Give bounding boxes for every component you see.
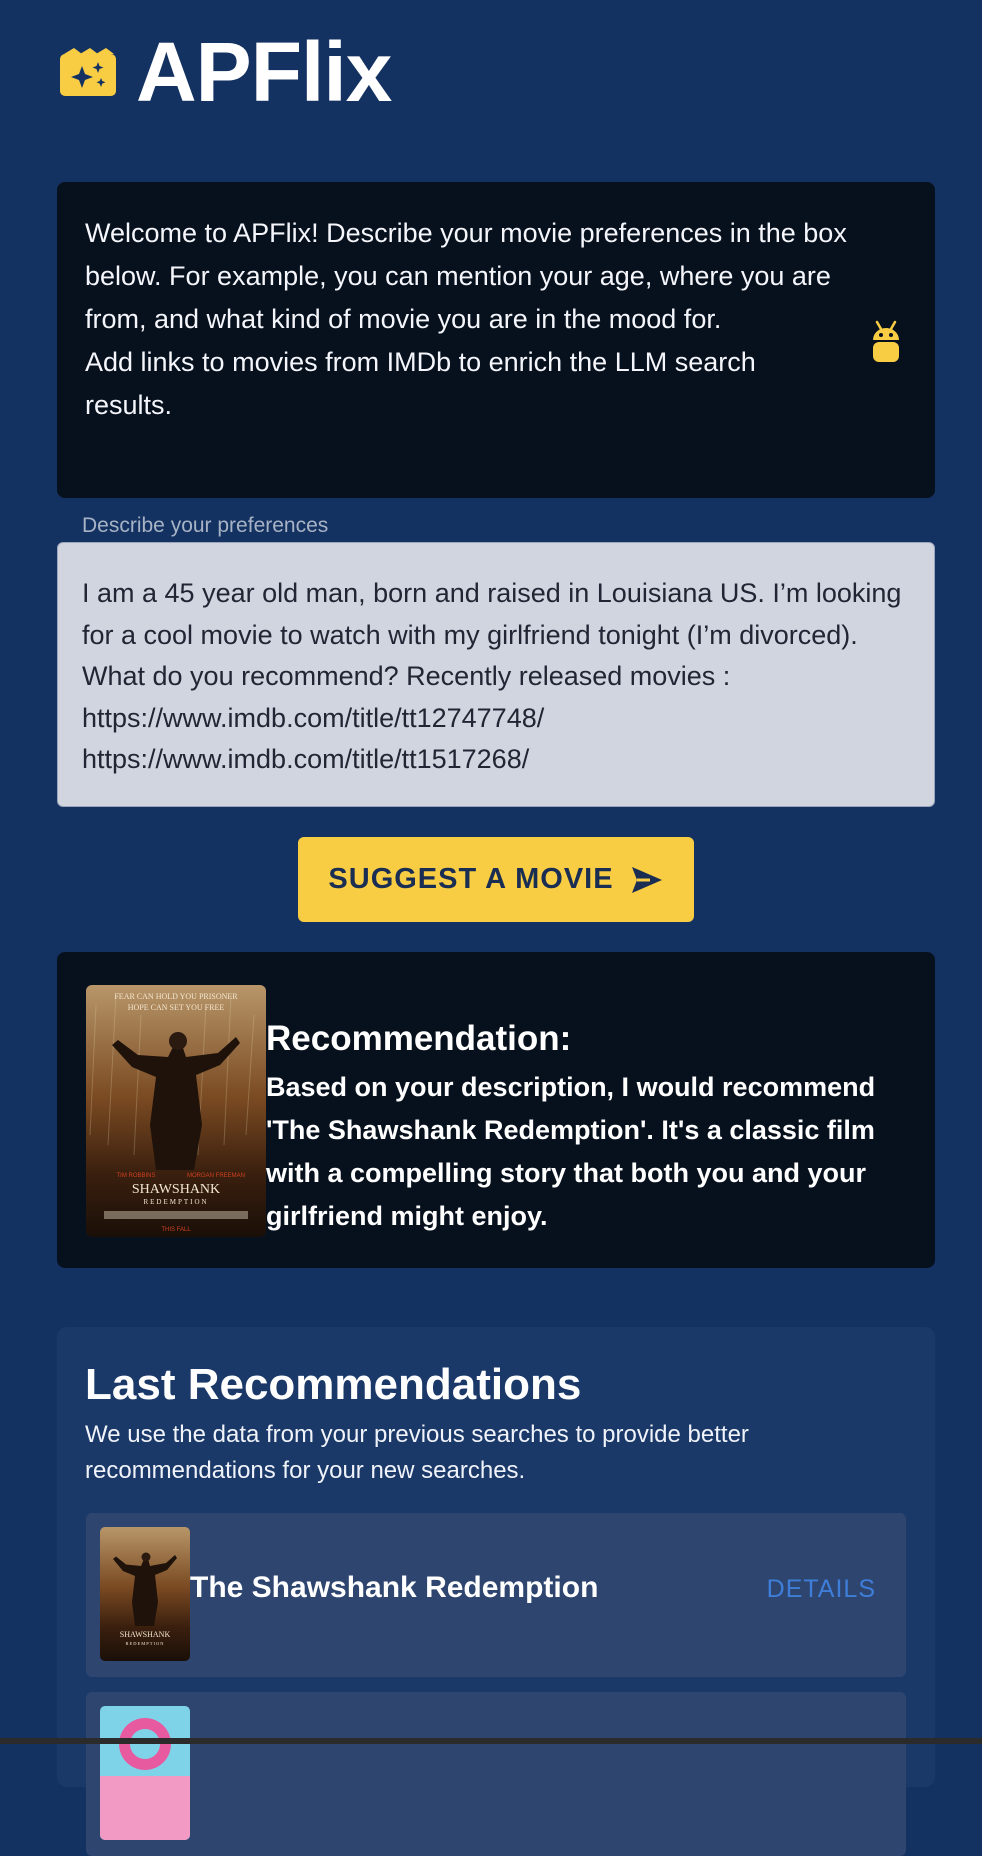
movie-sparkle-icon	[60, 48, 116, 96]
svg-text:TIM ROBBINS: TIM ROBBINS	[116, 1173, 155, 1179]
last-recommendations-subtitle: We use the data from your previous searc…	[85, 1421, 749, 1484]
list-item[interactable]: SHAWSHANK REDEMPTION The Shawshank Redem…	[86, 1513, 906, 1677]
svg-text:SHAWSHANK: SHAWSHANK	[132, 1182, 220, 1197]
suggest-movie-button[interactable]: SUGGEST A MOVIE	[298, 837, 694, 922]
movie-thumbnail-partial	[100, 1706, 190, 1840]
svg-text:HOPE CAN SET YOU FREE: HOPE CAN SET YOU FREE	[128, 1003, 225, 1012]
suggest-movie-label: SUGGEST A MOVIE	[328, 863, 614, 895]
movie-thumbnail: SHAWSHANK REDEMPTION	[100, 1527, 190, 1661]
preferences-textarea[interactable]: I am a 45 year old man, born and raised …	[57, 542, 935, 807]
app-header: APFlix	[60, 25, 392, 119]
send-icon	[631, 866, 662, 893]
details-link[interactable]: DETAILS	[767, 1575, 876, 1604]
welcome-text-links: Add links to movies from IMDb to enrich …	[85, 347, 756, 420]
preferences-label: Describe your preferences	[82, 514, 329, 537]
last-recommendations-title: Last Recommendations	[85, 1360, 582, 1409]
list-item-partial[interactable]	[86, 1692, 906, 1856]
svg-text:MORGAN FREEMAN: MORGAN FREEMAN	[187, 1173, 245, 1179]
svg-text:SHAWSHANK: SHAWSHANK	[120, 1630, 171, 1639]
recommendation-heading: Recommendation:	[266, 1019, 572, 1058]
svg-text:THIS FALL: THIS FALL	[161, 1227, 191, 1233]
app-title: APFlix	[136, 25, 392, 119]
last-recommendations-section: Last Recommendations We use the data fro…	[57, 1327, 935, 1856]
android-bot-icon	[873, 320, 899, 362]
welcome-message: Welcome to APFlix! Describe your movie p…	[57, 182, 935, 498]
bottom-edge	[0, 1738, 982, 1744]
recommendation-card: FEAR CAN HOLD YOU PRISONER HOPE CAN SET …	[57, 952, 935, 1268]
svg-text:FEAR CAN HOLD YOU PRISONER: FEAR CAN HOLD YOU PRISONER	[114, 992, 238, 1001]
recommendation-body: Based on your description, I would recom…	[266, 1072, 876, 1231]
svg-text:REDEMPTION: REDEMPTION	[126, 1641, 165, 1646]
movie-poster: FEAR CAN HOLD YOU PRISONER HOPE CAN SET …	[86, 985, 266, 1237]
svg-text:REDEMPTION: REDEMPTION	[143, 1198, 208, 1206]
welcome-text: Welcome to APFlix! Describe your movie p…	[85, 218, 847, 334]
recommendation-item-title: The Shawshank Redemption	[190, 1571, 599, 1604]
